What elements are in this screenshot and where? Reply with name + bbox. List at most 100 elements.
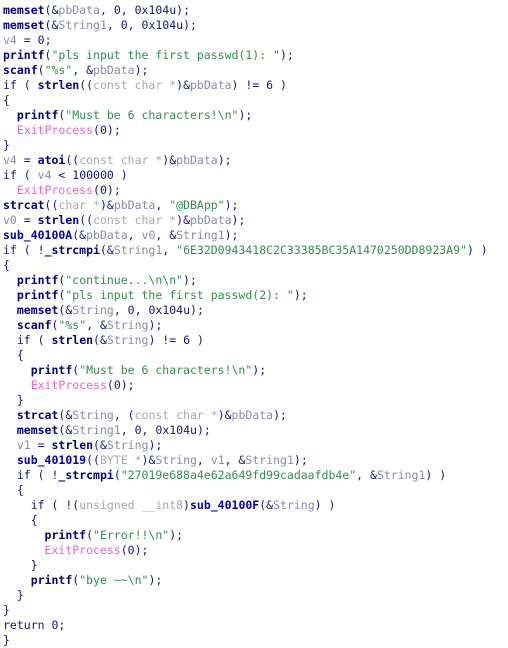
- code-line: scanf("%s", &String);: [16, 318, 163, 332]
- code-line: strcat((char *)&pbData, "@DBApp");: [3, 198, 239, 212]
- token-variable: String1: [376, 468, 426, 482]
- token-variable: String: [106, 318, 149, 332]
- token-variable: String: [106, 333, 149, 347]
- code-line: printf("bye ~~\n");: [30, 573, 163, 587]
- code-line: }: [16, 393, 24, 407]
- code-line: if ( !(unsigned __int8)sub_40100F(&Strin…: [30, 498, 336, 512]
- code-line: {: [16, 348, 24, 362]
- code-line: }: [3, 138, 10, 152]
- code-line: {: [3, 258, 10, 272]
- token-string: "Error!!\n": [93, 528, 170, 542]
- token-api-import: ExitProcess: [30, 378, 107, 392]
- token-variable: pbData: [113, 198, 156, 212]
- code-line: if ( strlen(&String) != 6 ): [16, 333, 204, 347]
- token-variable: String1: [72, 423, 121, 437]
- token-subroutine[interactable]: sub_40100F: [190, 498, 259, 512]
- token-function: memset: [16, 423, 59, 437]
- token-function: strlen: [51, 333, 94, 347]
- token-function: atoi: [37, 153, 66, 167]
- token-variable: String1: [245, 453, 294, 467]
- token-variable: pbData: [231, 408, 274, 422]
- token-variable: pbData: [58, 3, 100, 17]
- token-function: printf: [3, 48, 45, 62]
- token-string: "@DBApp": [169, 198, 225, 212]
- token-subroutine[interactable]: sub_401019: [17, 453, 86, 467]
- code-line: printf("Must be 6 characters!\n");: [30, 363, 267, 377]
- code-line: v4 = atoi((const char *)&pbData);: [3, 153, 232, 167]
- token-function: _strcmpi: [58, 468, 114, 482]
- token-variable: String: [155, 453, 197, 467]
- code-line: v1 = strlen(&String);: [16, 438, 163, 452]
- code-line: }: [30, 558, 38, 572]
- token-variable: pbData: [86, 228, 128, 242]
- code-line: if ( strlen((const char *)&pbData) != 6 …: [3, 78, 287, 92]
- code-line: strcat(&String, (const char *)&pbData);: [16, 408, 287, 422]
- token-function: scanf: [16, 318, 52, 332]
- token-string-hash-sha1: "6E32D0943418C2C33385BC35A1470250DD8923A…: [176, 243, 467, 257]
- token-type: const char *: [134, 408, 218, 422]
- code-line: {: [16, 483, 24, 497]
- token-function: strlen: [37, 213, 80, 227]
- code-line: if ( v4 < 100000 ): [3, 168, 128, 182]
- code-line: {: [30, 513, 38, 527]
- token-variable: String1: [113, 243, 163, 257]
- token-variable: v4: [3, 33, 17, 47]
- token-string: "Must be 6 characters!\n": [65, 108, 239, 122]
- token-function: strcat: [16, 408, 59, 422]
- token-variable: String: [273, 498, 315, 512]
- token-variable: v1: [16, 438, 31, 452]
- token-function: strlen: [37, 78, 80, 92]
- token-string-hash-md5: "27019e688a4e62a649fd99cadaafdb4e": [120, 468, 357, 482]
- token-string: "Must be 6 characters!\n": [79, 363, 253, 377]
- code-line: scanf("%s", &pbData);: [3, 63, 149, 77]
- token-variable: v0: [3, 213, 17, 227]
- token-string: "continue...\n\n": [65, 273, 184, 287]
- token-type: unsigned __int8: [79, 498, 184, 512]
- token-variable: String1: [58, 18, 107, 32]
- token-string: "pls input the first passwd(2): ": [65, 288, 294, 302]
- code-line: printf("pls input the first passwd(1): "…: [3, 48, 294, 62]
- code-line: sub_40100A(&pbData, v0, &String1);: [3, 228, 239, 242]
- code-line: if ( !_strcmpi("27019e688a4e62a649fd99ca…: [16, 468, 447, 482]
- token-variable: v4: [3, 153, 17, 167]
- token-function: memset: [3, 18, 45, 32]
- code-line: memset(&String1, 0, 0x104u);: [16, 423, 211, 437]
- code-line: memset(&pbData, 0, 0x104u);: [3, 3, 191, 17]
- token-api-import: ExitProcess: [16, 123, 94, 137]
- token-variable: String: [106, 438, 149, 452]
- token-subroutine[interactable]: sub_40100A: [3, 228, 72, 242]
- token-function: strcat: [3, 198, 45, 212]
- code-line: memset(&String, 0, 0x104u);: [16, 303, 204, 317]
- token-type: const char *: [79, 153, 163, 167]
- code-line: ExitProcess(0);: [16, 183, 121, 197]
- token-type: const char *: [93, 213, 177, 227]
- token-api-import: ExitProcess: [16, 183, 94, 197]
- token-variable: pbData: [176, 153, 218, 167]
- token-function: printf: [16, 273, 59, 287]
- token-function: memset: [16, 303, 59, 317]
- token-variable: pbData: [93, 63, 135, 77]
- code-line: ExitProcess(0);: [44, 543, 149, 557]
- token-function: printf: [44, 528, 87, 542]
- code-line: printf("Must be 6 characters!\n");: [16, 108, 253, 122]
- code-line: v4 = 0;: [3, 33, 52, 47]
- decompiled-code-view[interactable]: memset(&pbData, 0, 0x104u); memset(&Stri…: [0, 0, 508, 647]
- token-variable: String: [72, 303, 114, 317]
- token-variable: pbData: [190, 213, 232, 227]
- token-type: const char *: [93, 78, 177, 92]
- code-line: v0 = strlen((const char *)&pbData);: [3, 213, 246, 227]
- code-line: printf("pls input the first passwd(2): "…: [16, 288, 308, 302]
- token-api-import: ExitProcess: [44, 543, 121, 557]
- token-variable: v1: [210, 453, 225, 467]
- code-line: }: [16, 588, 24, 602]
- code-line: printf("continue...\n\n");: [16, 273, 197, 287]
- token-variable: v0: [141, 228, 156, 242]
- token-function: memset: [3, 3, 45, 17]
- code-line: memset(&String1, 0, 0x104u);: [3, 18, 197, 32]
- code-line: return 0;: [3, 618, 66, 632]
- token-function: strlen: [51, 438, 94, 452]
- token-function: printf: [30, 363, 73, 377]
- code-line: }: [3, 603, 10, 617]
- token-string: "pls input the first passwd(1): ": [51, 48, 280, 62]
- token-string: "%s": [58, 318, 87, 332]
